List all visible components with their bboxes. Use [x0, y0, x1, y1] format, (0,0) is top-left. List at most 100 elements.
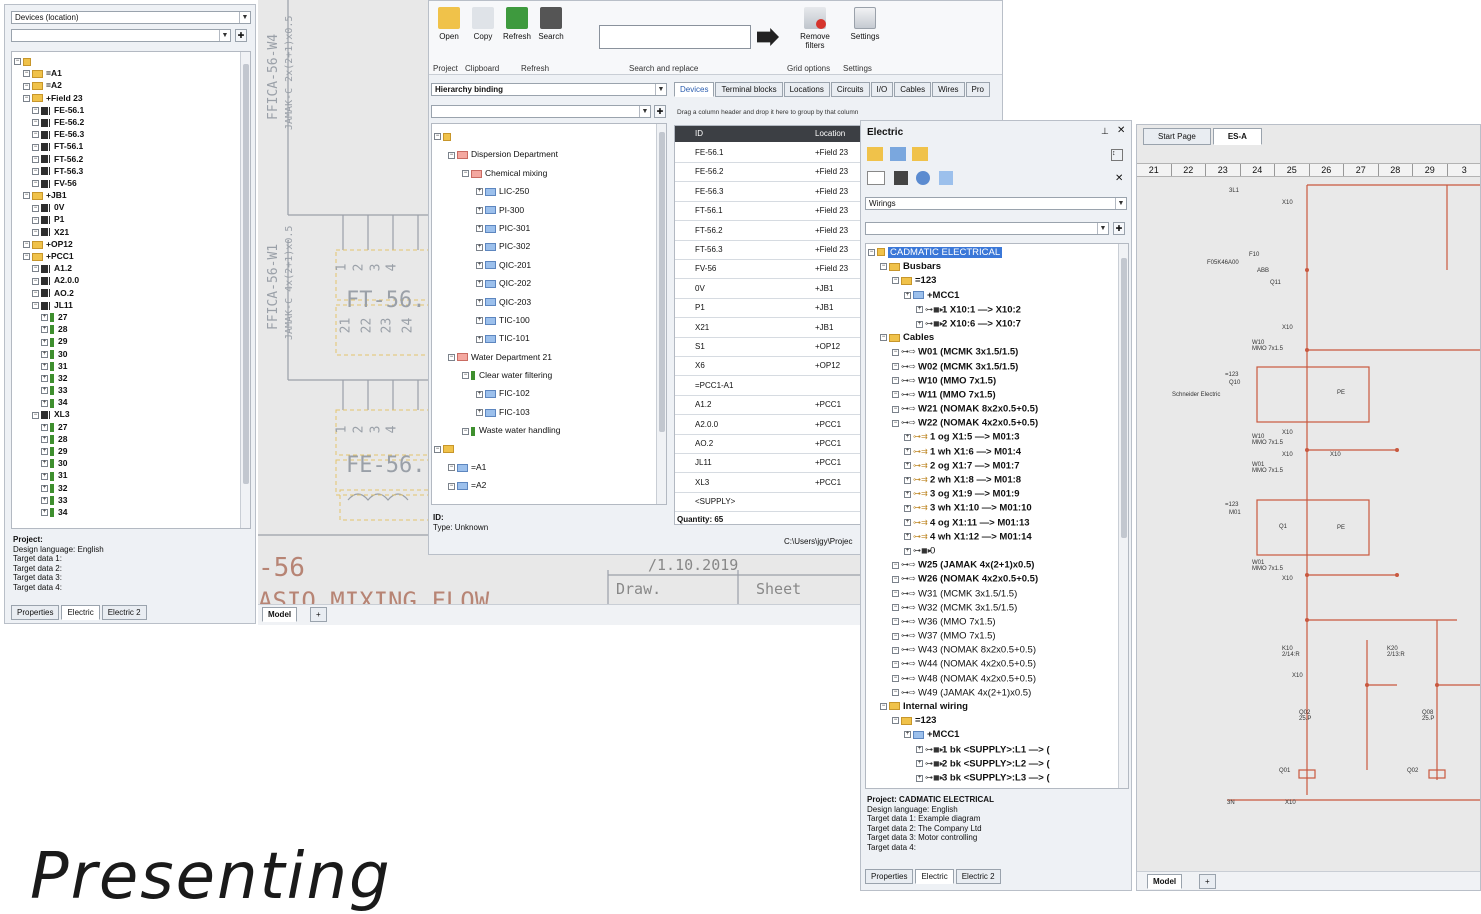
- table-row[interactable]: =PCC1-A1: [675, 377, 864, 396]
- expand-icon[interactable]: +: [476, 280, 483, 287]
- expand-icon[interactable]: −: [880, 334, 887, 341]
- tree-node[interactable]: +30: [14, 348, 84, 360]
- search-button[interactable]: Search: [535, 7, 567, 41]
- tree-node[interactable]: +⊶⇉3 og X1:9 —> M01:9: [868, 487, 1050, 501]
- expand-icon[interactable]: +: [41, 375, 48, 382]
- expand-icon[interactable]: +: [41, 339, 48, 346]
- expand-icon[interactable]: +: [904, 462, 911, 469]
- expand-icon[interactable]: +: [476, 225, 483, 232]
- hierarchy-combo[interactable]: Hierarchy binding ▼: [431, 83, 667, 96]
- tree-node[interactable]: −⊶⇨W43 (NOMAK 8x2x0.5+0.5): [868, 643, 1050, 657]
- expand-icon[interactable]: −: [448, 354, 455, 361]
- tree-node[interactable]: +TIC-101: [434, 329, 560, 347]
- expand-icon[interactable]: +: [916, 760, 923, 767]
- expand-icon[interactable]: +: [41, 460, 48, 467]
- tree-node[interactable]: −: [14, 55, 84, 67]
- chevron-down-icon[interactable]: ▼: [239, 12, 250, 23]
- tree-node[interactable]: −⊶⇨W44 (NOMAK 4x2x0.5+0.5): [868, 657, 1050, 671]
- wirings-combo[interactable]: Wirings ▼: [865, 197, 1127, 210]
- expand-icon[interactable]: −: [448, 464, 455, 471]
- expand-icon[interactable]: −: [892, 604, 899, 611]
- table-row[interactable]: S1+OP12: [675, 338, 864, 357]
- panel-tab[interactable]: I/O: [871, 82, 894, 97]
- tree-node[interactable]: +⊶◼▸1 bk <SUPPLY>:L1 —> (: [868, 743, 1050, 757]
- close-icon[interactable]: ✕: [1117, 125, 1125, 136]
- model-tab[interactable]: Model: [262, 607, 297, 622]
- expand-icon[interactable]: −: [880, 263, 887, 270]
- chevron-down-icon[interactable]: ▼: [1097, 223, 1108, 234]
- expand-icon[interactable]: −: [32, 156, 39, 163]
- tree-node[interactable]: +⊶◼▸3 bk <SUPPLY>:L3 —> (: [868, 771, 1050, 785]
- tree-node[interactable]: −Clear water filtering: [434, 366, 560, 384]
- expand-icon[interactable]: −: [462, 170, 469, 177]
- expand-icon[interactable]: +: [41, 509, 48, 516]
- search-go-icon[interactable]: [757, 28, 779, 46]
- table-row[interactable]: FE-56.1+Field 23: [675, 144, 864, 163]
- tree-node[interactable]: −⊶⇨W22 (NOMAK 4x2x0.5+0.5): [868, 416, 1050, 430]
- tree-node[interactable]: +PI-300: [434, 201, 560, 219]
- add-filter-button[interactable]: ✚: [654, 105, 666, 118]
- tree-node[interactable]: −0V: [14, 201, 84, 213]
- expand-icon[interactable]: +: [904, 505, 911, 512]
- document-tab[interactable]: Start Page: [1143, 128, 1211, 145]
- expand-icon[interactable]: −: [892, 717, 899, 724]
- tree-node[interactable]: −Waste water handling: [434, 421, 560, 439]
- table-row[interactable]: AO.2+PCC1: [675, 435, 864, 454]
- table-row[interactable]: XL3+PCC1: [675, 474, 864, 493]
- tree-node[interactable]: −: [434, 440, 560, 458]
- tree-node[interactable]: −P1: [14, 213, 84, 225]
- expand-icon[interactable]: −: [32, 168, 39, 175]
- tree-node[interactable]: −FT-56.1: [14, 140, 84, 152]
- expand-icon[interactable]: +: [916, 775, 923, 782]
- expand-icon[interactable]: +: [476, 207, 483, 214]
- tree-node[interactable]: +33: [14, 384, 84, 396]
- expand-icon[interactable]: +: [904, 491, 911, 498]
- tree-node[interactable]: +⊶⇉4 wh X1:12 —> M01:14: [868, 530, 1050, 544]
- tree-node[interactable]: +33: [14, 494, 84, 506]
- tree-node[interactable]: −⊶⇨W25 (JAMAK 4x(2+1)x0.5): [868, 558, 1050, 572]
- panel-tab[interactable]: Cables: [894, 82, 931, 97]
- close-icon[interactable]: ✕: [1115, 173, 1123, 184]
- expand-icon[interactable]: −: [23, 253, 30, 260]
- table-row[interactable]: A1.2+PCC1: [675, 396, 864, 415]
- expand-icon[interactable]: −: [32, 278, 39, 285]
- tree-node[interactable]: +FIC-103: [434, 403, 560, 421]
- tree-node[interactable]: +28: [14, 323, 84, 335]
- add-sheet-button[interactable]: +: [1199, 874, 1216, 889]
- search-input-box[interactable]: [599, 25, 751, 49]
- tree-node[interactable]: −Cables: [868, 331, 1050, 345]
- expand-icon[interactable]: −: [32, 302, 39, 309]
- remove-filters-button[interactable]: Remove filters: [795, 7, 835, 50]
- tree-node[interactable]: +⊶◼▸0: [868, 544, 1050, 558]
- pin-icon[interactable]: ⊥: [1101, 126, 1109, 137]
- filter-combo[interactable]: ▼: [11, 29, 231, 42]
- tree-node[interactable]: −FT-56.3: [14, 165, 84, 177]
- expand-icon[interactable]: −: [32, 290, 39, 297]
- tree-node[interactable]: +27: [14, 311, 84, 323]
- sort-icon[interactable]: ↕: [1111, 149, 1123, 161]
- expand-icon[interactable]: −: [434, 133, 441, 140]
- expand-icon[interactable]: +: [916, 746, 923, 753]
- tree-node[interactable]: +⊶⇉1 wh X1:6 —> M01:4: [868, 445, 1050, 459]
- tree-node[interactable]: +32: [14, 372, 84, 384]
- settings-button[interactable]: Settings: [845, 7, 885, 41]
- tree-node[interactable]: +⊶⇉1 og X1:5 —> M01:3: [868, 430, 1050, 444]
- table-row[interactable]: FT-56.2+Field 23: [675, 222, 864, 241]
- table-row[interactable]: FE-56.3+Field 23: [675, 183, 864, 202]
- expand-icon[interactable]: −: [892, 363, 899, 370]
- expand-icon[interactable]: +: [476, 409, 483, 416]
- expand-icon[interactable]: −: [892, 277, 899, 284]
- tree-node[interactable]: −⊶⇨W21 (NOMAK 8x2x0.5+0.5): [868, 402, 1050, 416]
- expand-icon[interactable]: −: [892, 689, 899, 696]
- expand-icon[interactable]: −: [892, 406, 899, 413]
- tree-node[interactable]: −=123: [868, 714, 1050, 728]
- open-button[interactable]: Open: [433, 7, 465, 41]
- expand-icon[interactable]: −: [23, 70, 30, 77]
- tree-node[interactable]: +PIC-302: [434, 237, 560, 255]
- expand-icon[interactable]: +: [476, 188, 483, 195]
- tree-node[interactable]: −⊶⇨W10 (MMO 7x1.5): [868, 374, 1050, 388]
- tree-node[interactable]: −JL11: [14, 299, 84, 311]
- tree-node[interactable]: −⊶⇨W37 (MMO 7x1.5): [868, 629, 1050, 643]
- panel-tab[interactable]: Wires: [932, 82, 964, 97]
- tree-node[interactable]: −⊶⇨W36 (MMO 7x1.5): [868, 615, 1050, 629]
